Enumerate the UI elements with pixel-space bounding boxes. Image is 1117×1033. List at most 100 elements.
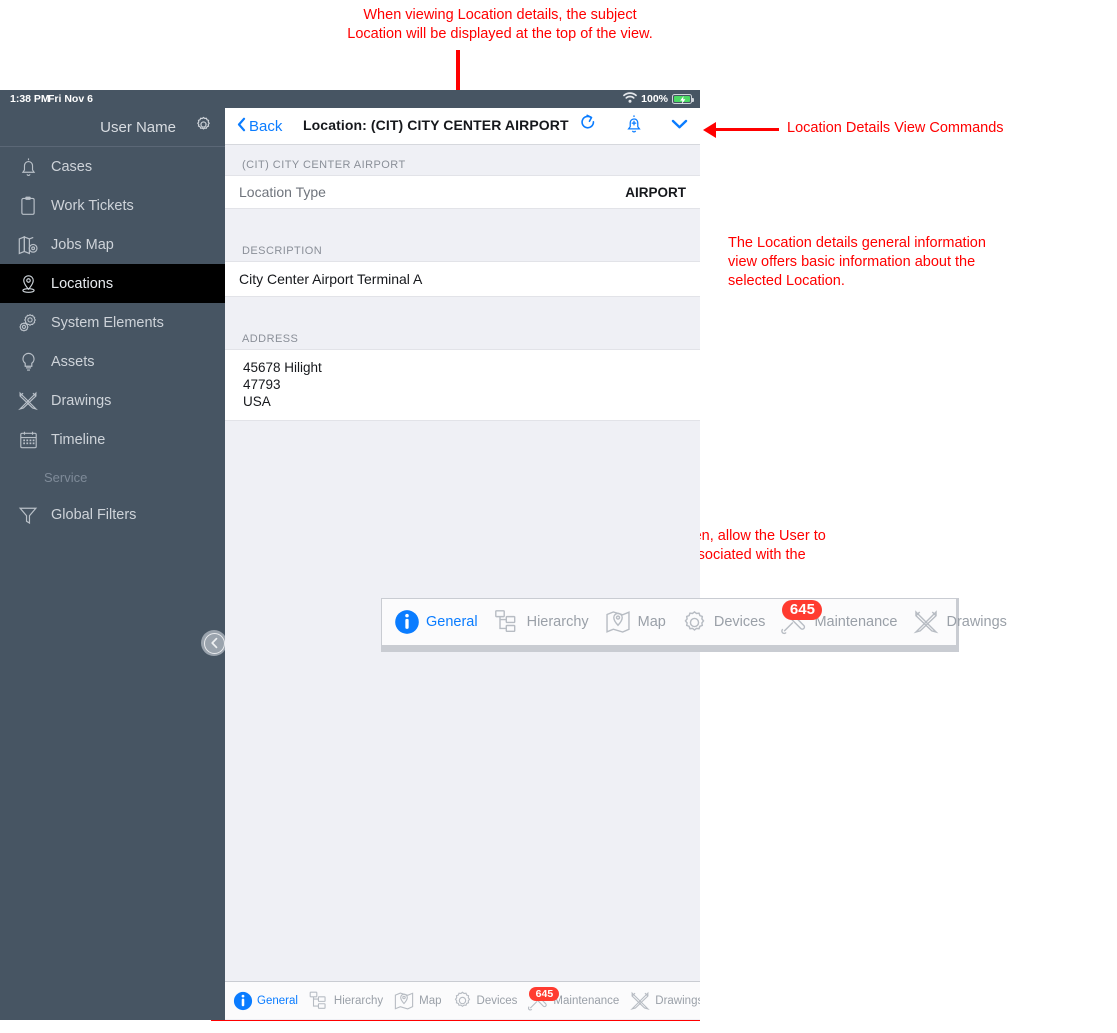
callout-tab-hierarchy[interactable]: Hierarchy bbox=[493, 608, 589, 636]
section-header-description: DESCRIPTION bbox=[225, 231, 700, 261]
sidebar-item-timeline[interactable]: Timeline bbox=[0, 420, 225, 459]
maintenance-badge: 645 bbox=[529, 986, 560, 1001]
annotation-general-info-text: The Location details general information… bbox=[728, 235, 986, 289]
tab-label: Hierarchy bbox=[333, 994, 384, 1007]
bell-icon bbox=[12, 152, 44, 182]
status-time: 1:38 PM bbox=[10, 93, 50, 105]
sidebar-item-system-elements[interactable]: System Elements bbox=[0, 303, 225, 342]
tab-label: Drawings bbox=[946, 614, 1007, 630]
sidebar-item-label: Locations bbox=[51, 275, 114, 292]
gear-icon bbox=[681, 609, 708, 636]
main-pane: Back Location: (CIT) CITY CENTER AIRPORT bbox=[225, 108, 700, 1020]
maintenance-badge: 645 bbox=[782, 600, 823, 620]
sidebar-item-label: Jobs Map bbox=[51, 236, 114, 253]
annotation-commands-arrow-head bbox=[703, 122, 716, 138]
tab-maintenance[interactable]: Maintenance 645 bbox=[527, 986, 620, 1012]
row-address[interactable]: 45678 Hilight 47793 USA bbox=[225, 349, 700, 421]
sidebar-item-jobs-map[interactable]: Jobs Map bbox=[0, 225, 225, 264]
chevron-down-icon[interactable] bbox=[671, 117, 688, 135]
sidebar-item-label: Timeline bbox=[51, 431, 106, 448]
chevron-left-icon bbox=[203, 632, 225, 654]
chevron-left-icon bbox=[237, 117, 246, 136]
sidebar-section-label: Service bbox=[44, 469, 88, 485]
navbar-commands bbox=[580, 108, 688, 144]
callout-tab-general[interactable]: General bbox=[394, 609, 478, 635]
refresh-icon[interactable] bbox=[580, 114, 597, 138]
user-name-label: User Name bbox=[100, 118, 176, 136]
section-header-location: (CIT) CITY CENTER AIRPORT bbox=[225, 145, 700, 175]
spacer bbox=[225, 209, 700, 231]
tab-label: Map bbox=[419, 994, 442, 1007]
calendar-icon bbox=[12, 425, 44, 455]
address-line: USA bbox=[243, 394, 271, 409]
row-location-type[interactable]: Location Type AIRPORT bbox=[225, 175, 700, 209]
status-date: Fri Nov 6 bbox=[48, 93, 93, 105]
sidebar-item-label: Global Filters bbox=[51, 506, 137, 523]
description-value: City Center Airport Terminal A bbox=[239, 271, 423, 287]
tab-hierarchy[interactable]: Hierarchy bbox=[308, 990, 383, 1012]
map-icon bbox=[12, 230, 44, 260]
info-icon bbox=[394, 609, 420, 635]
address-line: 47793 bbox=[243, 377, 281, 392]
annotation-commands-text: Location Details View Commands bbox=[787, 120, 1004, 136]
status-bar: 1:38 PM Fri Nov 6 100% bbox=[0, 90, 700, 108]
tab-devices[interactable]: Devices bbox=[452, 990, 518, 1011]
page-title: Location: (CIT) CITY CENTER AIRPORT bbox=[303, 117, 569, 133]
alert-add-icon[interactable] bbox=[625, 114, 643, 139]
user-bar: User Name bbox=[0, 108, 225, 147]
drawings-icon bbox=[629, 990, 651, 1012]
tab-list: General Hierarchy Map Devices Maintenanc… bbox=[225, 982, 700, 1019]
funnel-icon bbox=[12, 500, 44, 530]
tablet-screen: 1:38 PM Fri Nov 6 100% User Name Cases W… bbox=[0, 90, 700, 1020]
sidebar-item-label: Drawings bbox=[51, 392, 112, 409]
clipboard-icon bbox=[12, 191, 44, 221]
row-description[interactable]: City Center Airport Terminal A bbox=[225, 261, 700, 297]
drawings-icon bbox=[12, 386, 44, 416]
callout-tab-devices[interactable]: Devices bbox=[681, 609, 766, 636]
location-type-value: AIRPORT bbox=[625, 184, 686, 200]
callout-tab-drawings[interactable]: Drawings bbox=[912, 608, 1007, 636]
sidebar-item-label: Cases bbox=[51, 158, 93, 175]
map-pin-icon bbox=[604, 608, 632, 636]
sidebar-item-locations[interactable]: Locations bbox=[0, 264, 225, 303]
callout-tab-maintenance[interactable]: Maintenance 645 bbox=[780, 600, 898, 636]
gear-icon bbox=[452, 990, 473, 1011]
tab-map[interactable]: Map bbox=[393, 990, 442, 1012]
sidebar-collapse-button[interactable] bbox=[201, 630, 227, 656]
tab-label: Devices bbox=[713, 614, 766, 630]
battery-charging-icon bbox=[672, 94, 694, 104]
spacer bbox=[225, 297, 700, 319]
gear-icon[interactable] bbox=[194, 115, 213, 139]
hierarchy-icon bbox=[493, 608, 521, 636]
tab-label: General bbox=[426, 614, 478, 630]
sidebar-item-label: Assets bbox=[51, 353, 95, 370]
sidebar-item-assets[interactable]: Assets bbox=[0, 342, 225, 381]
tab-general[interactable]: General bbox=[233, 991, 298, 1011]
bulb-icon bbox=[12, 347, 44, 377]
sidebar-item-label: System Elements bbox=[51, 314, 164, 331]
details-form: (CIT) CITY CENTER AIRPORT Location Type … bbox=[225, 145, 700, 421]
drawings-icon bbox=[912, 608, 940, 636]
annotation-commands-arrow-line bbox=[713, 128, 779, 131]
tab-label: Devices bbox=[476, 994, 518, 1007]
tab-label: Maintenance bbox=[814, 614, 898, 630]
sidebar-item-cases[interactable]: Cases bbox=[0, 147, 225, 186]
hierarchy-icon bbox=[308, 990, 330, 1012]
annotation-top-title: When viewing Location details, the subje… bbox=[347, 7, 653, 42]
pin-icon bbox=[12, 269, 44, 299]
sidebar-section-service: Service bbox=[0, 459, 225, 495]
back-button[interactable]: Back bbox=[237, 117, 282, 136]
tab-label: Map bbox=[637, 614, 666, 630]
info-icon bbox=[233, 991, 253, 1011]
section-header-address: ADDRESS bbox=[225, 319, 700, 349]
tab-label: Maintenance bbox=[553, 994, 620, 1007]
wifi-icon bbox=[623, 92, 637, 106]
map-pin-icon bbox=[393, 990, 415, 1012]
sidebar-item-global-filters[interactable]: Global Filters bbox=[0, 495, 225, 534]
sidebar-item-drawings[interactable]: Drawings bbox=[0, 381, 225, 420]
tab-label: Drawings bbox=[655, 994, 700, 1007]
callout-tab-map[interactable]: Map bbox=[604, 608, 666, 636]
tab-drawings[interactable]: Drawings bbox=[629, 990, 700, 1012]
back-button-label: Back bbox=[249, 117, 283, 135]
sidebar-item-work-tickets[interactable]: Work Tickets bbox=[0, 186, 225, 225]
